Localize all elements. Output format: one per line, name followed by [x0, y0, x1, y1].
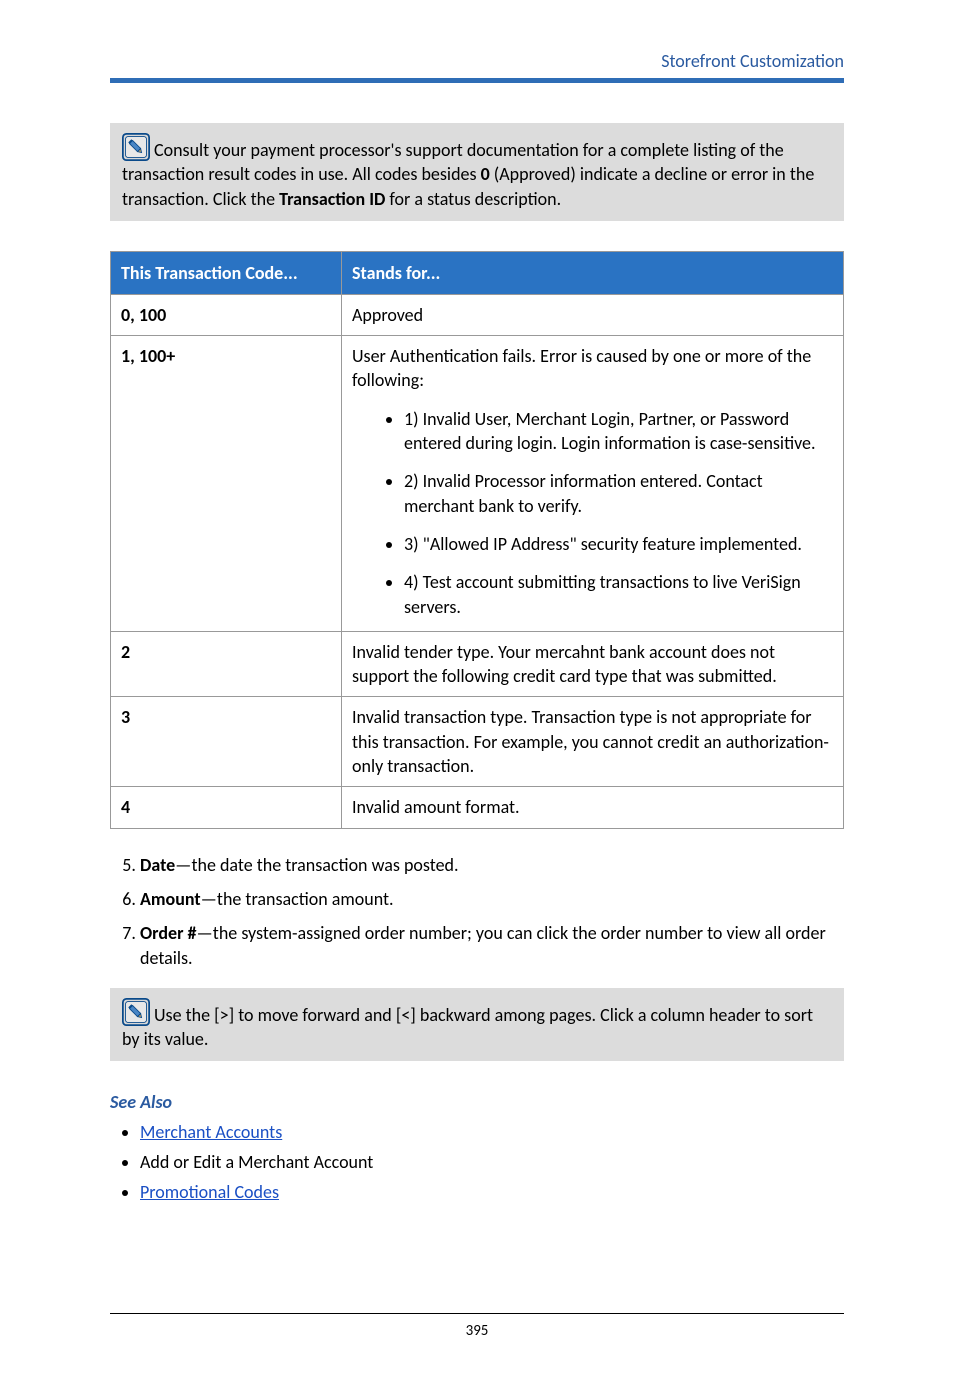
table-row: 0, 100 Approved: [111, 294, 844, 335]
see-also-list: Merchant Accounts Add or Edit a Merchant…: [110, 1121, 844, 1203]
definitions-list: Date—the date the transaction was posted…: [110, 853, 844, 970]
definition-text: —the date the transaction was posted.: [175, 854, 458, 876]
col-header-code: This Transaction Code...: [111, 251, 342, 294]
definition-term: Date: [140, 854, 175, 876]
see-also-heading: See Also: [110, 1091, 844, 1113]
see-also-item: Add or Edit a Merchant Account: [140, 1151, 844, 1173]
page-number: 395: [110, 1322, 844, 1340]
definition-item: Date—the date the transaction was posted…: [140, 853, 844, 877]
link-promotional-codes[interactable]: Promotional Codes: [140, 1181, 279, 1203]
desc-cell: Invalid tender type. Your mercahnt bank …: [342, 631, 844, 697]
header-rule: [110, 78, 844, 83]
page-container: Storefront Customization Consult your pa…: [0, 0, 954, 1380]
definition-term: Order #: [140, 922, 197, 944]
table-header-row: This Transaction Code... Stands for...: [111, 251, 844, 294]
table-row: 1, 100+ User Authentication fails. Error…: [111, 336, 844, 632]
definition-text: —the system-assigned order number; you c…: [140, 922, 826, 968]
definition-item: Order #—the system-assigned order number…: [140, 921, 844, 970]
see-also-item: Merchant Accounts: [140, 1121, 844, 1143]
desc-cell: Invalid transaction type. Transaction ty…: [342, 697, 844, 787]
note-box-2: Use the [>] to move forward and [<] back…: [110, 988, 844, 1062]
desc-cell: User Authentication fails. Error is caus…: [342, 336, 844, 632]
note1-bold1: 0: [481, 163, 490, 185]
code-cell: 1, 100+: [111, 336, 342, 632]
transaction-codes-table: This Transaction Code... Stands for... 0…: [110, 251, 844, 829]
code-cell: 2: [111, 631, 342, 697]
col-header-desc: Stands for...: [342, 251, 844, 294]
footer-rule: [110, 1313, 844, 1314]
section-title: Storefront Customization: [110, 50, 844, 72]
bullet-item: 1) Invalid User, Merchant Login, Partner…: [404, 407, 833, 456]
code-cell: 3: [111, 697, 342, 787]
definition-text: —the transaction amount.: [201, 888, 394, 910]
desc-bullets: 1) Invalid User, Merchant Login, Partner…: [352, 407, 833, 619]
code-cell: 0, 100: [111, 294, 342, 335]
note-box-1: Consult your payment processor's support…: [110, 123, 844, 221]
desc-cell: Invalid amount format.: [342, 787, 844, 828]
see-also-item: Promotional Codes: [140, 1181, 844, 1203]
definition-term: Amount: [140, 888, 201, 910]
bullet-item: 3) "Allowed IP Address" security feature…: [404, 532, 833, 556]
pencil-icon: [122, 998, 150, 1026]
note2-text: Use the [>] to move forward and [<] back…: [122, 1004, 813, 1050]
bullet-item: 4) Test account submitting transactions …: [404, 570, 833, 619]
note1-bold2: Transaction ID: [279, 188, 385, 210]
code-cell: 4: [111, 787, 342, 828]
link-merchant-accounts[interactable]: Merchant Accounts: [140, 1121, 282, 1143]
desc-text: User Authentication fails. Error is caus…: [352, 345, 811, 391]
table-row: 4 Invalid amount format.: [111, 787, 844, 828]
definition-item: Amount—the transaction amount.: [140, 887, 844, 911]
bullet-item: 2) Invalid Processor information entered…: [404, 469, 833, 518]
pencil-icon: [122, 133, 150, 161]
table-row: 2 Invalid tender type. Your mercahnt ban…: [111, 631, 844, 697]
text-add-edit-merchant: Add or Edit a Merchant Account: [140, 1151, 373, 1173]
note1-text-post: for a status description.: [385, 188, 561, 210]
desc-cell: Approved: [342, 294, 844, 335]
table-row: 3 Invalid transaction type. Transaction …: [111, 697, 844, 787]
